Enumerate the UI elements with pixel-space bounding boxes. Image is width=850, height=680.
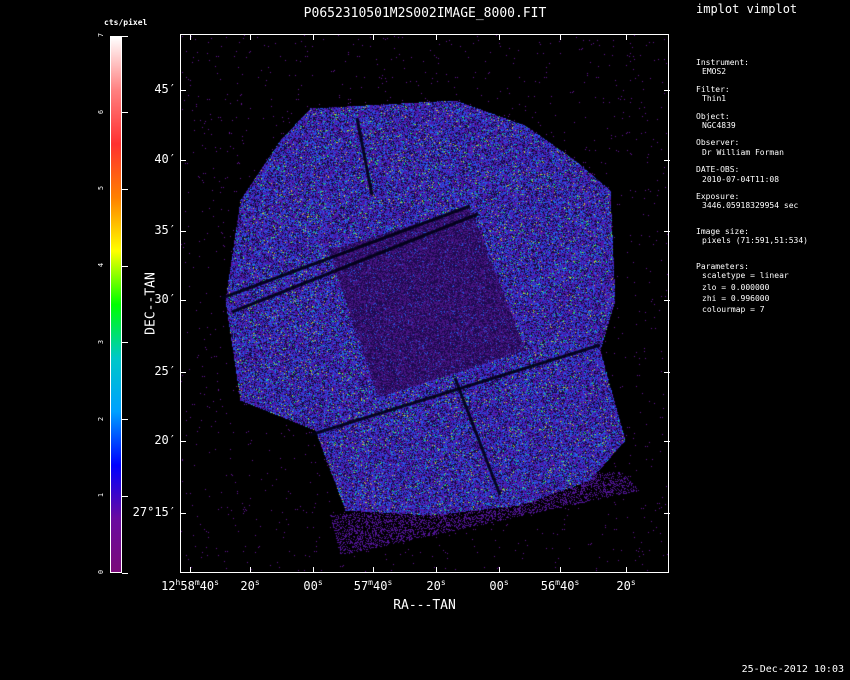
colorbar-tick-label: 0: [97, 569, 105, 575]
x-tick-mark: [373, 567, 374, 573]
observer-key: Observer:: [696, 138, 740, 148]
y-tick-mark: [664, 90, 670, 91]
y-tick-mark: [180, 513, 186, 514]
colorbar-tick-label: 3: [97, 339, 105, 344]
colorbar-tick-label: 2: [97, 416, 105, 421]
colorbar-tick-label: 6: [97, 109, 105, 114]
imgsize-value: pixels (71:591,51:534): [702, 236, 808, 246]
x-tick-mark: [190, 34, 191, 40]
y-tick-mark: [180, 160, 186, 161]
y-axis-label: DEC--TAN: [143, 272, 159, 335]
y-tick-mark: [664, 441, 670, 442]
timestamp: 25-Dec-2012 10:03: [741, 664, 844, 675]
exposure-key: Exposure:: [696, 192, 740, 202]
x-tick-mark: [499, 34, 500, 40]
y-tick-label: 45′: [154, 82, 176, 96]
y-tick-mark: [664, 513, 670, 514]
y-tick-mark: [180, 231, 186, 232]
x-tick-mark: [560, 34, 561, 40]
param-zhi: zhi = 0.996000: [702, 293, 770, 303]
y-tick-mark: [180, 441, 186, 442]
x-tick-label: 20s: [616, 578, 636, 593]
plot-frame: [180, 34, 669, 573]
image-title: P0652310501M2S002IMAGE_8000.FIT: [303, 6, 547, 21]
y-tick-label: 40′: [154, 152, 176, 166]
y-tick-label: 25′: [154, 364, 176, 378]
colorbar-tick: [122, 495, 128, 497]
colorbar-tick: [122, 35, 128, 37]
colorbar-tick-label: 4: [97, 263, 105, 268]
colorbar-tick: [122, 419, 128, 421]
x-tick-mark: [313, 34, 314, 40]
app-label: implot vimplot: [696, 2, 798, 16]
date-key: DATE-OBS:: [696, 165, 740, 175]
colorbar-tick: [122, 188, 128, 190]
filter-value: Thin1: [702, 94, 727, 104]
observer-value: Dr William Forman: [702, 147, 784, 157]
y-tick-mark: [180, 372, 186, 373]
x-tick-mark: [626, 34, 627, 40]
instrument-value: EMOS2: [702, 67, 727, 77]
x-tick-mark: [190, 567, 191, 573]
x-tick-mark: [436, 34, 437, 40]
colorbar-tick: [122, 572, 128, 574]
x-tick-mark: [499, 567, 500, 573]
y-tick-mark: [664, 231, 670, 232]
x-tick-mark: [313, 567, 314, 573]
y-tick-label: 30′: [154, 292, 176, 306]
y-tick-label: 20′: [154, 433, 176, 447]
param-scaletype: scaletype = linear: [702, 271, 789, 281]
colorbar-tick: [122, 112, 128, 114]
exposure-value: 3446.05918329954 sec: [702, 201, 799, 211]
y-tick-mark: [664, 160, 670, 161]
x-tick-mark: [560, 567, 561, 573]
y-tick-mark: [180, 90, 186, 91]
x-axis-label: RA---TAN: [393, 598, 456, 613]
object-key: Object:: [696, 111, 730, 121]
colorbar-tick: [122, 265, 128, 267]
x-tick-mark: [626, 567, 627, 573]
colorbar-tick-label: 5: [97, 186, 105, 191]
colorbar-tick-label: 7: [97, 32, 105, 38]
y-tick-label: 35′: [154, 223, 176, 237]
y-tick-label: 27°15′: [132, 505, 176, 519]
param-zlo: zlo = 0.000000: [702, 282, 770, 292]
x-tick-mark: [250, 34, 251, 40]
param-colourmap: colourmap = 7: [702, 305, 765, 315]
colorbar-label: cts/pixel: [104, 18, 148, 27]
x-tick-mark: [250, 567, 251, 573]
colorbar-tick-label: 1: [97, 493, 105, 498]
colorbar-tick: [122, 342, 128, 344]
params-key: Parameters:: [696, 261, 749, 271]
imgsize-key: Image size:: [696, 226, 749, 236]
x-tick-mark: [373, 34, 374, 40]
date-value: 2010-07-04T11:08: [702, 174, 780, 184]
y-tick-mark: [180, 300, 186, 301]
y-tick-mark: [664, 300, 670, 301]
x-tick-mark: [436, 567, 437, 573]
filter-key: Filter:: [696, 84, 730, 94]
instrument-key: Instrument:: [696, 58, 749, 67]
y-tick-mark: [664, 372, 670, 373]
info-panel: Instrument: EMOS2 Filter: Thin1 Object: …: [696, 58, 808, 315]
object-value: NGC4839: [702, 121, 736, 131]
